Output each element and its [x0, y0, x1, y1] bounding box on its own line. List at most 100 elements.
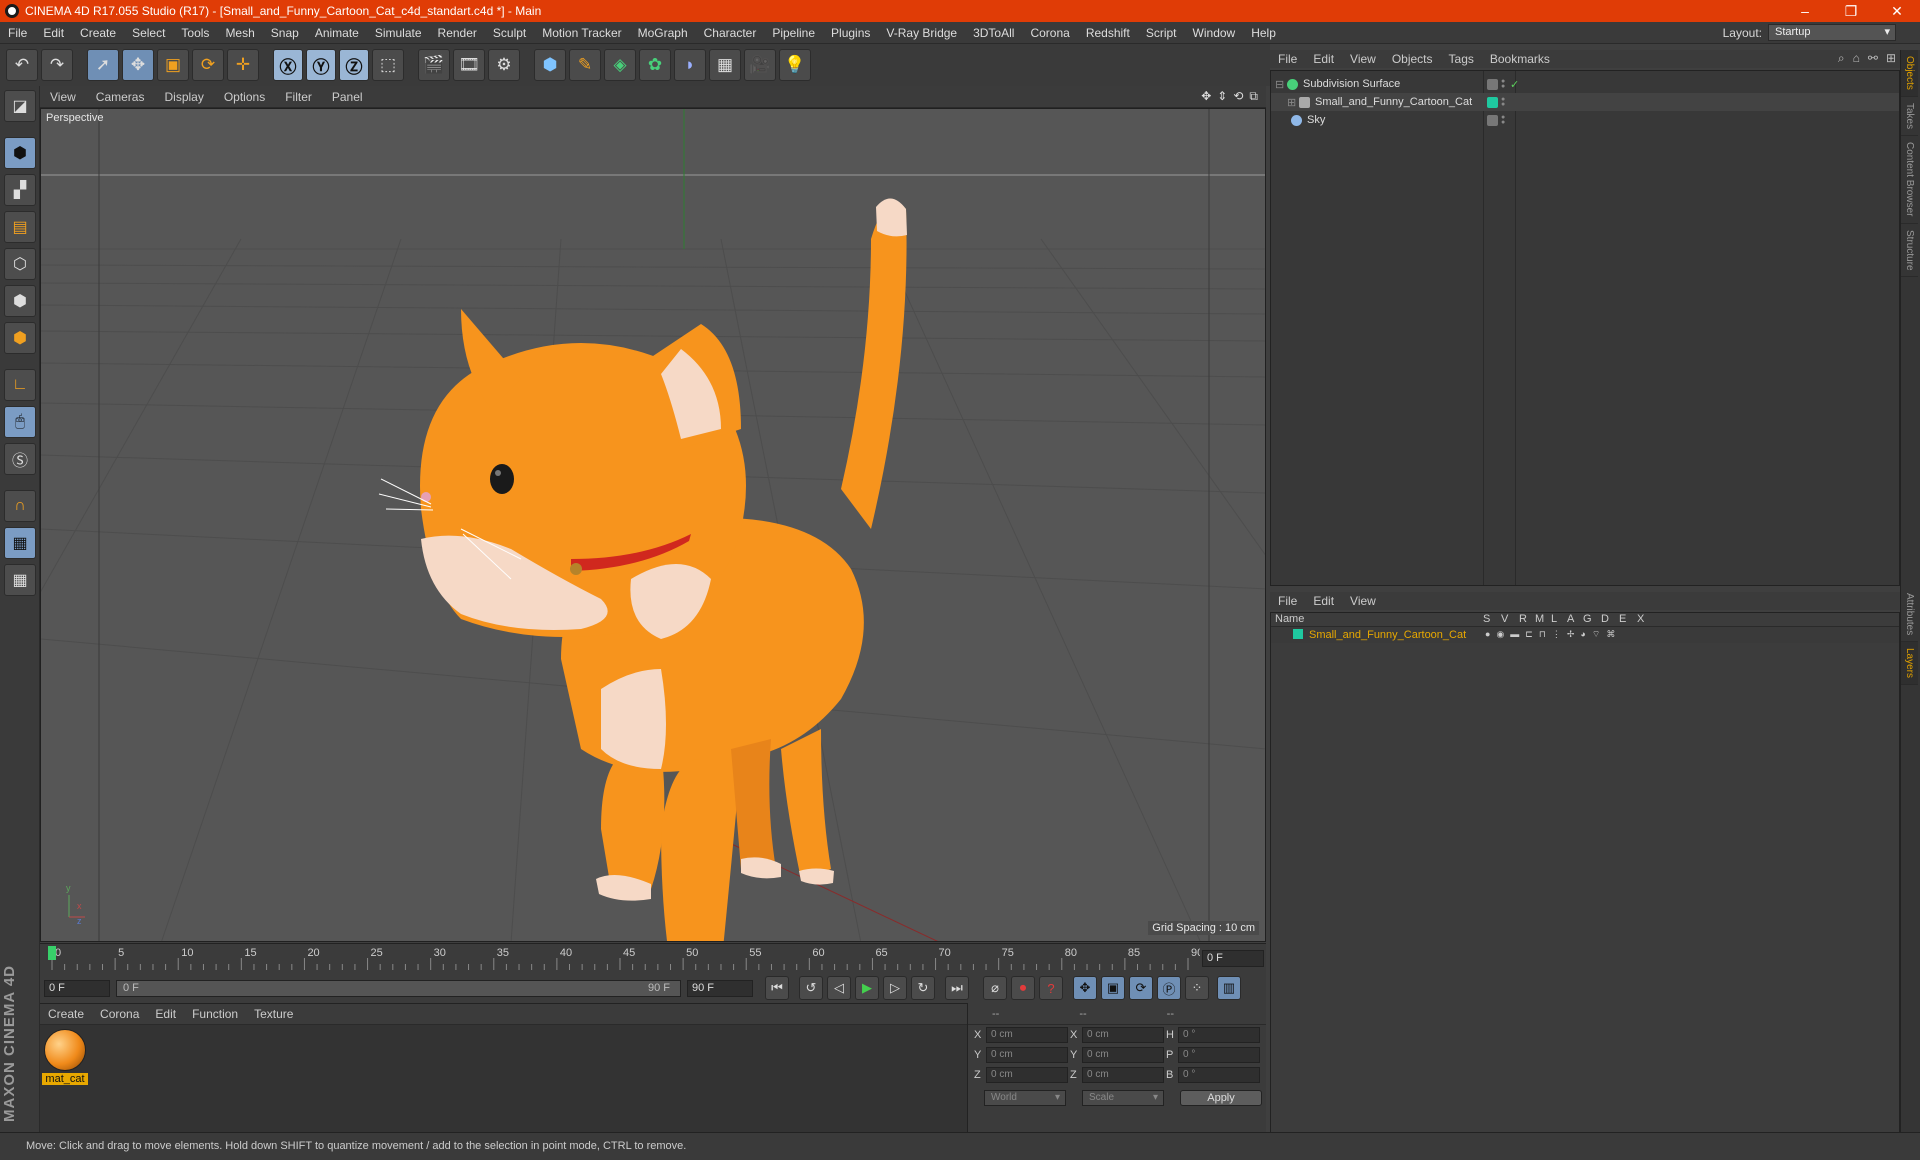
- render-picture-viewer-icon[interactable]: 🎞: [453, 49, 485, 81]
- next-frame-icon[interactable]: ▷: [883, 976, 907, 1000]
- z-axis-icon[interactable]: Ⓩ: [339, 49, 369, 81]
- scale-icon[interactable]: ▣: [157, 49, 189, 81]
- tab-content-browser[interactable]: Content Browser: [1901, 136, 1918, 224]
- model-mode-icon[interactable]: ◪: [4, 90, 36, 122]
- obj-menu-view[interactable]: View: [1342, 52, 1384, 66]
- s-snap-icon[interactable]: Ⓢ: [4, 443, 36, 475]
- apply-button[interactable]: Apply: [1180, 1090, 1262, 1106]
- timeline-window-icon[interactable]: ▥: [1217, 976, 1241, 1000]
- maximize-view-icon[interactable]: ⧉: [1249, 89, 1258, 104]
- manager-icon[interactable]: ⊏: [1525, 629, 1533, 640]
- tab-layers[interactable]: Layers: [1901, 642, 1918, 686]
- generator-icon[interactable]: ✢: [1567, 629, 1575, 640]
- menu-pipeline[interactable]: Pipeline: [764, 26, 823, 40]
- menu-corona[interactable]: Corona: [1022, 26, 1077, 40]
- coord-mode-dropdown[interactable]: World: [984, 1090, 1066, 1106]
- menu-edit[interactable]: Edit: [35, 26, 72, 40]
- tab-takes[interactable]: Takes: [1901, 97, 1918, 137]
- coordinate-system-icon[interactable]: ⬚: [372, 49, 404, 81]
- y-axis-icon[interactable]: Ⓨ: [306, 49, 336, 81]
- search-icon[interactable]: ⌕: [1838, 51, 1845, 66]
- start-frame-field[interactable]: 0 F: [44, 979, 110, 997]
- new-window-icon[interactable]: ⊞: [1886, 51, 1896, 66]
- solo-icon[interactable]: ●: [1485, 629, 1490, 640]
- key-pla-icon[interactable]: ⁘: [1185, 976, 1209, 1000]
- camera-icon[interactable]: 🎥: [744, 49, 776, 81]
- viewport-menu-options[interactable]: Options: [214, 90, 275, 104]
- menu-sculpt[interactable]: Sculpt: [485, 26, 534, 40]
- orbit-icon[interactable]: ⟲: [1233, 89, 1243, 104]
- tree-collapse-icon[interactable]: ⊟: [1275, 78, 1287, 91]
- subdivision-icon[interactable]: ◈: [604, 49, 636, 81]
- playhead[interactable]: [48, 946, 56, 960]
- select-arrow-icon[interactable]: ➚: [87, 49, 119, 81]
- key-position-icon[interactable]: ✥: [1073, 976, 1097, 1000]
- go-to-start-icon[interactable]: ⏮: [765, 976, 789, 1000]
- material-menu-edit[interactable]: Edit: [147, 1007, 184, 1021]
- edit-render-settings-icon[interactable]: ⚙: [488, 49, 520, 81]
- position-x-field[interactable]: 0 cm: [986, 1027, 1068, 1043]
- timeline-ruler[interactable]: 051015202530354045505560657075808590 0 F: [40, 943, 1266, 973]
- menu-mesh[interactable]: Mesh: [217, 26, 262, 40]
- layer-color-icon[interactable]: [1487, 96, 1498, 108]
- deformer-icon[interactable]: ◗: [674, 49, 706, 81]
- material-menu-texture[interactable]: Texture: [246, 1007, 301, 1021]
- undo-icon[interactable]: ↶: [6, 49, 38, 81]
- rotation-p-field[interactable]: 0 °: [1178, 1047, 1260, 1063]
- next-keyframe-icon[interactable]: ↻: [911, 976, 935, 1000]
- visibility-dots-icon[interactable]: ● ●: [1501, 96, 1507, 108]
- menu-file[interactable]: File: [0, 26, 35, 40]
- edge-mode-icon[interactable]: ⬡: [4, 248, 36, 280]
- menu-create[interactable]: Create: [72, 26, 124, 40]
- material-menu-corona[interactable]: Corona: [92, 1007, 147, 1021]
- array-icon[interactable]: ✿: [639, 49, 671, 81]
- motion-path-icon[interactable]: ⌀: [983, 976, 1007, 1000]
- move-icon[interactable]: ✥: [122, 49, 154, 81]
- snap-icon[interactable]: 🖱: [4, 406, 36, 438]
- deformer-icon[interactable]: ◕: [1580, 629, 1585, 640]
- cube-icon[interactable]: ⬢: [534, 49, 566, 81]
- 3d-viewport[interactable]: y x z Perspective Grid Spacing : 10 cm: [40, 108, 1266, 942]
- menu-window[interactable]: Window: [1185, 26, 1244, 40]
- menu-animate[interactable]: Animate: [307, 26, 367, 40]
- visibility-dots-icon[interactable]: ● ●: [1501, 114, 1507, 126]
- object-row-sky[interactable]: Sky ● ●: [1271, 111, 1899, 129]
- pen-spline-icon[interactable]: ✎: [569, 49, 601, 81]
- material-menu-function[interactable]: Function: [184, 1007, 246, 1021]
- layer-menu-file[interactable]: File: [1270, 594, 1305, 608]
- layer-tag-icon[interactable]: [1487, 114, 1498, 126]
- size-y-field[interactable]: 0 cm: [1082, 1047, 1164, 1063]
- expression-icon[interactable]: ⌔: [1592, 629, 1600, 640]
- layer-name[interactable]: Small_and_Funny_Cartoon_Cat: [1309, 629, 1466, 641]
- obj-menu-objects[interactable]: Objects: [1384, 52, 1441, 66]
- menu-help[interactable]: Help: [1243, 26, 1284, 40]
- viewport-menu-display[interactable]: Display: [154, 90, 213, 104]
- viewport-menu-filter[interactable]: Filter: [275, 90, 322, 104]
- visibility-dots-icon[interactable]: ● ●: [1501, 78, 1507, 90]
- pan-icon[interactable]: ✥: [1201, 89, 1211, 104]
- material-menu-create[interactable]: Create: [40, 1007, 92, 1021]
- menu-tools[interactable]: Tools: [173, 26, 217, 40]
- viewport-camera-label[interactable]: Perspective: [46, 112, 103, 124]
- record-keyframe-icon[interactable]: ⏺: [1011, 976, 1035, 1000]
- animation-icon[interactable]: ⋮: [1552, 629, 1561, 640]
- polygon-mode-icon[interactable]: ⬢: [4, 285, 36, 317]
- menu-simulate[interactable]: Simulate: [367, 26, 430, 40]
- restore-icon[interactable]: ❐: [1828, 3, 1874, 20]
- light-icon[interactable]: 💡: [779, 49, 811, 81]
- current-frame-field[interactable]: 0 F: [1202, 950, 1264, 967]
- viewport-menu-cameras[interactable]: Cameras: [86, 90, 155, 104]
- layer-color-icon[interactable]: [1293, 629, 1303, 639]
- magnet-icon[interactable]: ∩: [4, 490, 36, 522]
- size-z-field[interactable]: 0 cm: [1082, 1067, 1164, 1083]
- menu-render[interactable]: Render: [430, 26, 485, 40]
- material-swatch[interactable]: mat_cat: [42, 1029, 88, 1085]
- minimize-icon[interactable]: –: [1782, 3, 1828, 19]
- auto-keyframe-icon[interactable]: ?: [1039, 976, 1063, 1000]
- axis-mode-icon[interactable]: ⬢: [4, 322, 36, 354]
- obj-menu-bookmarks[interactable]: Bookmarks: [1482, 52, 1558, 66]
- dolly-icon[interactable]: ⇕: [1217, 89, 1227, 104]
- layout-dropdown[interactable]: Startup: [1768, 24, 1896, 41]
- layer-tag-icon[interactable]: [1487, 78, 1498, 90]
- key-rotation-icon[interactable]: ⟳: [1129, 976, 1153, 1000]
